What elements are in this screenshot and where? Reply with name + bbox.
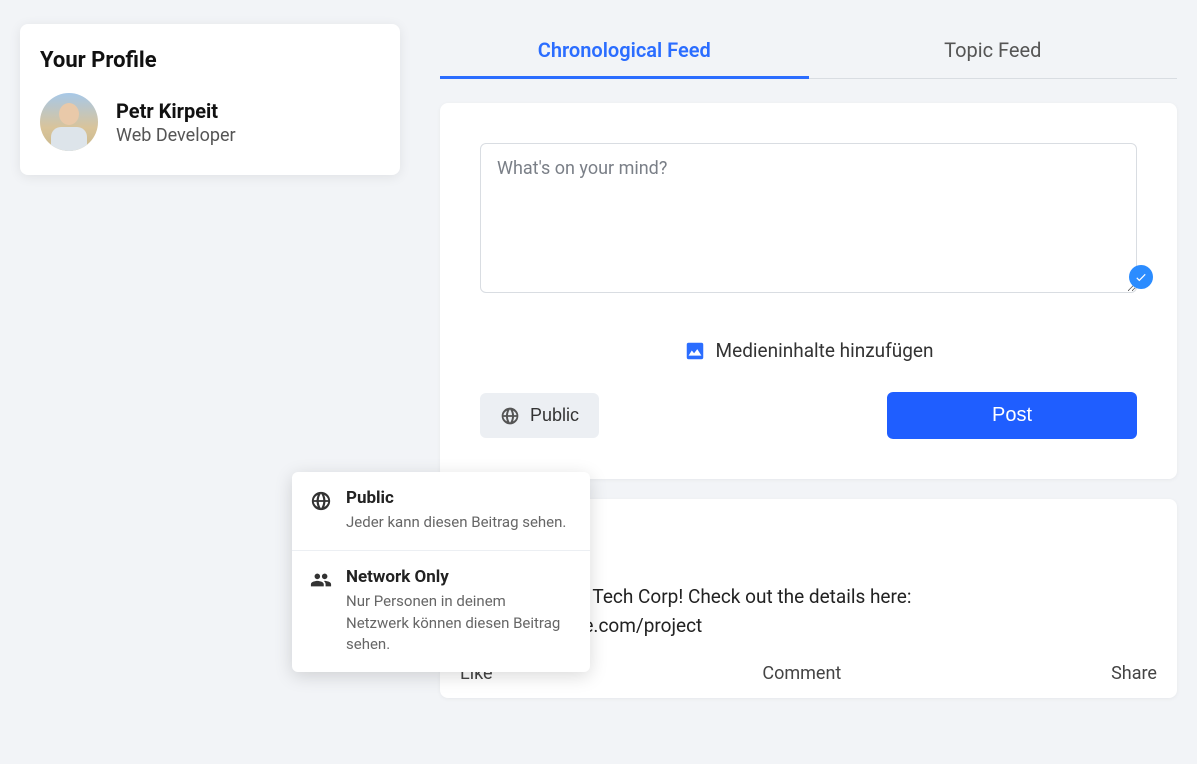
privacy-dropdown: Public Jeder kann diesen Beitrag sehen. … bbox=[292, 472, 590, 672]
post-composer: Medieninhalte hinzufügen Public Post bbox=[440, 103, 1177, 479]
feed-tabs: Chronological Feed Topic Feed bbox=[440, 24, 1177, 79]
profile-role: Web Developer bbox=[116, 125, 236, 146]
share-button[interactable]: Share bbox=[1111, 663, 1157, 684]
add-media-button[interactable]: Medieninhalte hinzufügen bbox=[480, 297, 1137, 392]
profile-card: Your Profile Petr Kirpeit Web Developer bbox=[20, 24, 400, 175]
grammar-check-badge[interactable] bbox=[1129, 265, 1153, 289]
privacy-option-public[interactable]: Public Jeder kann diesen Beitrag sehen. bbox=[292, 472, 590, 550]
privacy-option-network[interactable]: Network Only Nur Personen in deinem Netz… bbox=[292, 550, 590, 672]
composer-input[interactable] bbox=[480, 143, 1137, 293]
privacy-selector-button[interactable]: Public bbox=[480, 393, 599, 438]
globe-icon bbox=[500, 406, 520, 426]
privacy-selected-label: Public bbox=[530, 405, 579, 426]
people-icon bbox=[310, 569, 332, 591]
tab-topic[interactable]: Topic Feed bbox=[809, 24, 1178, 78]
comment-button[interactable]: Comment bbox=[762, 663, 841, 684]
post-button[interactable]: Post bbox=[887, 392, 1137, 439]
add-media-label: Medieninhalte hinzufügen bbox=[716, 339, 934, 362]
avatar[interactable] bbox=[40, 93, 98, 151]
privacy-option-title: Public bbox=[346, 488, 566, 508]
profile-name: Petr Kirpeit bbox=[116, 99, 236, 123]
tab-chronological[interactable]: Chronological Feed bbox=[440, 24, 809, 78]
globe-icon bbox=[310, 490, 332, 512]
privacy-option-desc: Nur Personen in deinem Netzwerk können d… bbox=[346, 591, 572, 656]
privacy-option-desc: Jeder kann diesen Beitrag sehen. bbox=[346, 512, 566, 534]
check-icon bbox=[1134, 270, 1148, 284]
privacy-option-title: Network Only bbox=[346, 567, 572, 587]
image-icon bbox=[684, 340, 706, 362]
profile-heading: Your Profile bbox=[40, 48, 380, 73]
